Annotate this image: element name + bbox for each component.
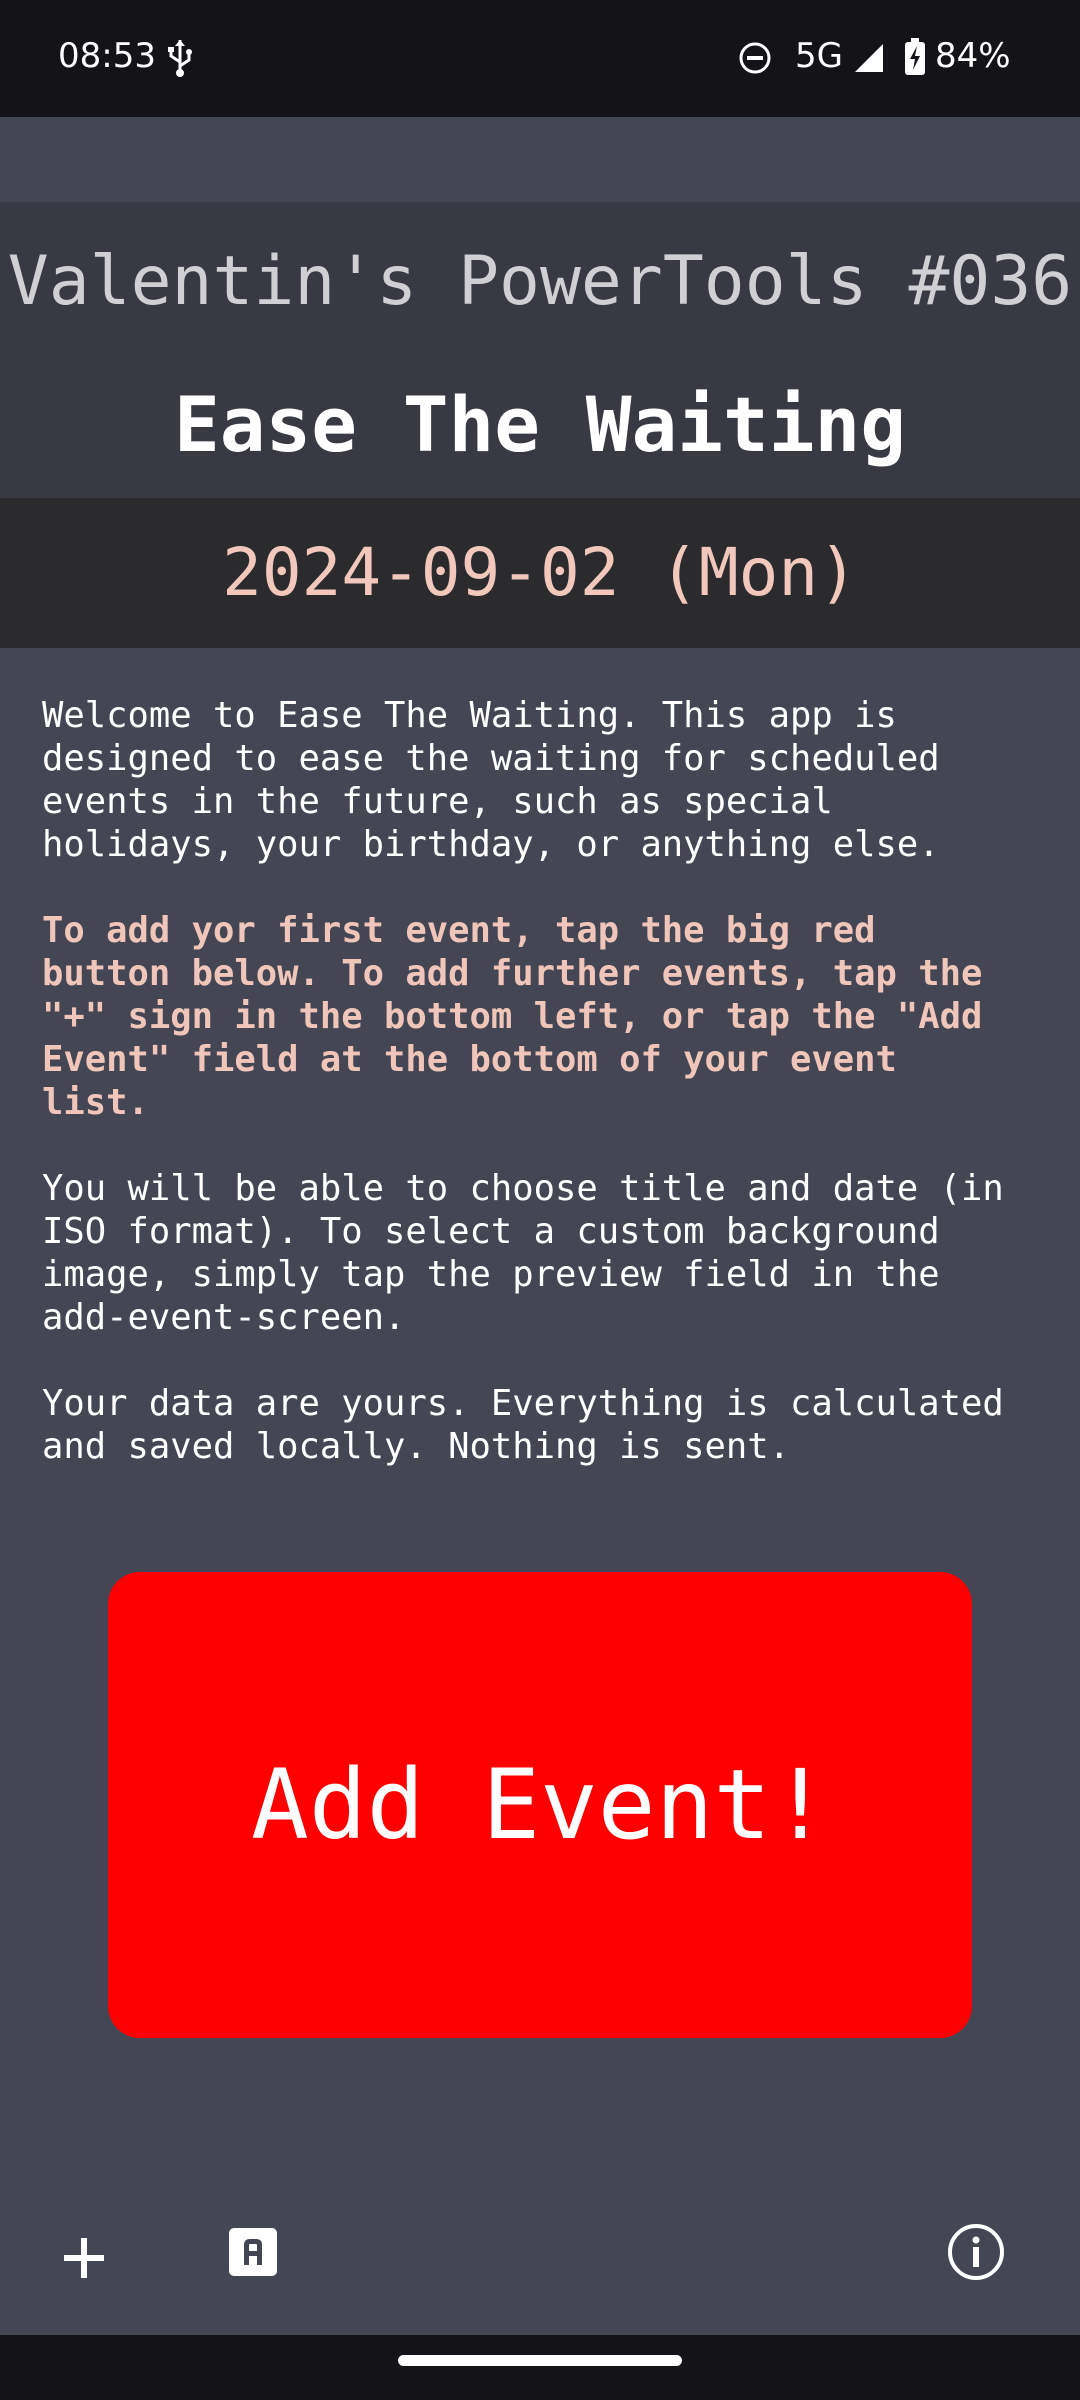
home-gesture-handle[interactable] [398, 2355, 682, 2366]
app-header: Valentin's PowerTools #036 Ease The Wait… [0, 202, 1080, 498]
plus-icon[interactable] [56, 2230, 112, 2286]
cell-signal-icon [855, 44, 883, 72]
add-event-label: Add Event! [251, 1749, 829, 1861]
welcome-text: Welcome to Ease The Waiting. This app is… [42, 694, 1052, 1511]
intro-paragraph: Welcome to Ease The Waiting. This app is… [42, 695, 940, 865]
bottom-toolbar [0, 2200, 1080, 2335]
suite-title: Valentin's PowerTools #036 [7, 242, 1073, 321]
battery-percent: 84% [935, 36, 1011, 76]
format-info-paragraph: You will be able to choose title and dat… [42, 1168, 1004, 1338]
usb-icon [168, 40, 192, 77]
add-event-button[interactable]: Add Event! [108, 1572, 972, 2038]
system-navigation-bar [0, 2335, 1080, 2400]
toolbar-spacer [0, 117, 1080, 202]
status-time: 08:53 [58, 36, 156, 76]
current-date: 2024-09-02 (Mon) [222, 534, 858, 611]
privacy-paragraph: Your data are yours. Everything is calcu… [42, 1383, 1004, 1467]
network-type: 5G [795, 36, 843, 76]
current-date-band: 2024-09-02 (Mon) [0, 498, 1080, 648]
do-not-disturb-icon [739, 42, 771, 74]
battery-charging-icon [905, 38, 925, 75]
status-bar: 08:53 5G 84% [0, 0, 1080, 117]
instructions-paragraph: To add yor first event, tap the big red … [42, 910, 983, 1123]
font-icon[interactable] [228, 2227, 278, 2277]
app-title: Ease The Waiting [173, 380, 907, 469]
info-icon[interactable] [946, 2222, 1006, 2282]
